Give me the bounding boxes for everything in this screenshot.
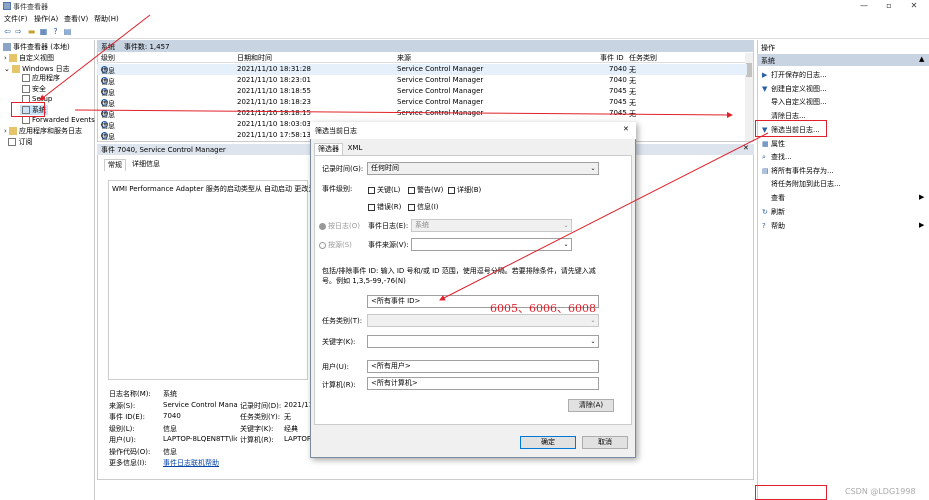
arrow-to-system	[39, 14, 151, 101]
arrow-to-actions	[74, 109, 733, 118]
annotation-arrows	[39, 14, 769, 301]
arrow-to-event-id	[439, 132, 769, 301]
watermark: CSDN @LDG1998	[845, 487, 916, 496]
